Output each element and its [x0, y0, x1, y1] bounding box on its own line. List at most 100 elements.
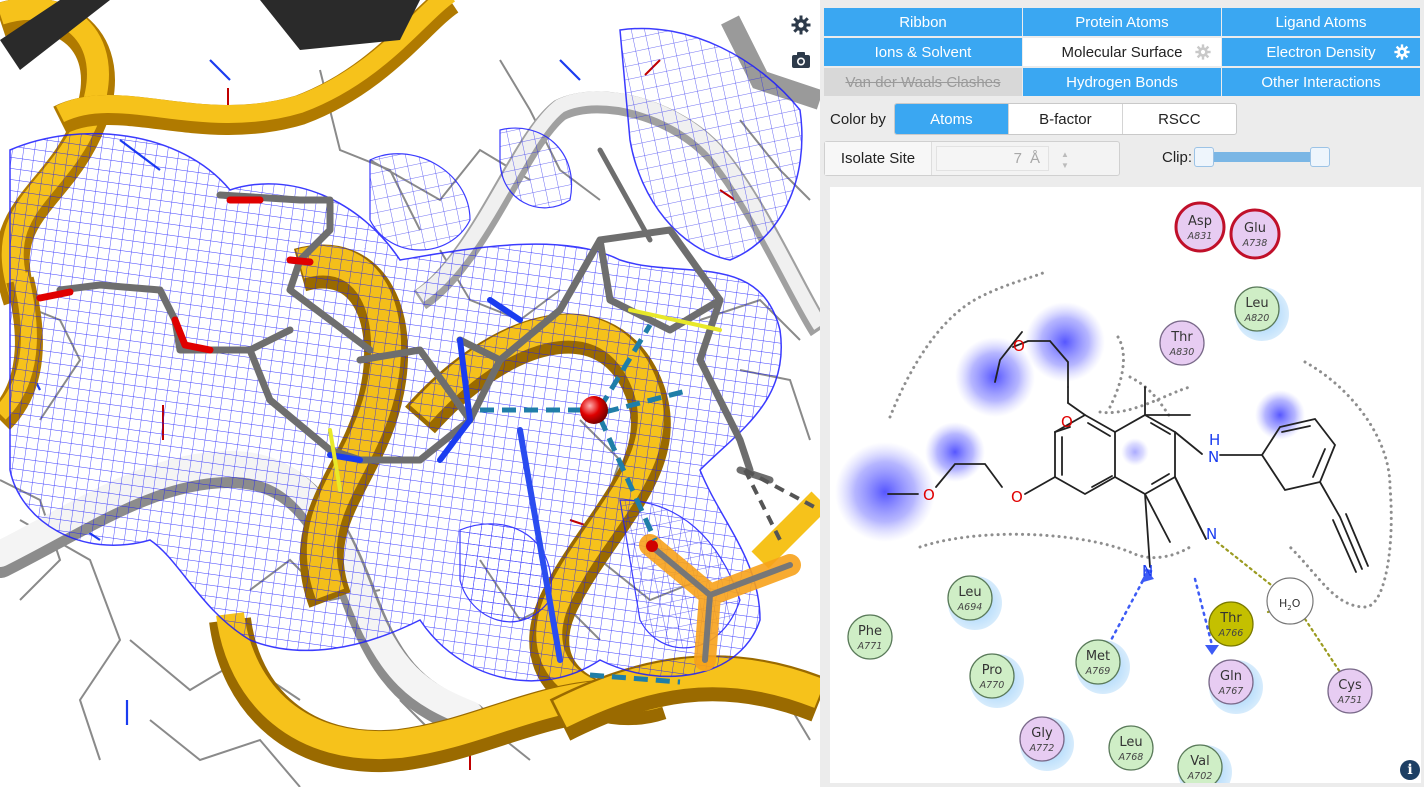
- toggle-label: Van der Waals Clashes: [845, 73, 1001, 91]
- toggle-hydrogen-bonds[interactable]: Hydrogen Bonds: [1023, 68, 1221, 96]
- residue-thr-a830[interactable]: Thr A830: [1159, 320, 1205, 366]
- residue-name: Val: [1190, 754, 1209, 769]
- residue-name: Leu: [1119, 735, 1142, 750]
- clip-slider-handle-far[interactable]: [1310, 147, 1331, 167]
- svg-text:O: O: [923, 486, 935, 504]
- residue-cys-a751[interactable]: Cys A751: [1327, 668, 1373, 714]
- residue-number: A820: [1244, 313, 1270, 324]
- interaction-diagram[interactable]: O O O O N H N N H2O Asp A831 Glu A738 Leu A82…: [830, 187, 1421, 783]
- residue-pro-a770[interactable]: Pro A770: [969, 653, 1024, 708]
- residue-number: A831: [1187, 231, 1213, 242]
- toggle-ligand-atoms[interactable]: Ligand Atoms: [1222, 8, 1420, 36]
- svg-text:O: O: [1013, 337, 1025, 355]
- toggle-label: Other Interactions: [1261, 73, 1381, 91]
- residue-leu-a694[interactable]: Leu A694: [947, 575, 1002, 630]
- residue-number: A772: [1029, 743, 1055, 754]
- residue-name: Phe: [858, 624, 882, 639]
- residue-name: Asp: [1188, 214, 1212, 229]
- residue-val-a702[interactable]: Val A702: [1177, 744, 1232, 783]
- toggle-label: Electron Density: [1266, 43, 1376, 61]
- svg-text:N: N: [1206, 525, 1217, 543]
- residue-leu-a768[interactable]: Leu A768: [1108, 725, 1154, 771]
- isolate-radius-value: 7: [1013, 150, 1022, 167]
- residue-number: A769: [1085, 666, 1111, 677]
- clip-slider[interactable]: [1194, 147, 1331, 167]
- water-node[interactable]: H2O: [1266, 577, 1314, 625]
- color-by-label: Color by: [830, 110, 886, 128]
- residue-number: A771: [857, 641, 883, 652]
- residue-name: Leu: [1245, 296, 1268, 311]
- svg-text:O: O: [1011, 488, 1023, 506]
- isolate-site-button[interactable]: Isolate Site: [825, 142, 932, 175]
- clip-control: Clip:: [1162, 147, 1331, 167]
- residue-name: Gln: [1220, 669, 1242, 684]
- residue-number: A751: [1337, 695, 1363, 706]
- residue-phe-a771[interactable]: Phe A771: [847, 614, 893, 660]
- camera-icon: [792, 52, 810, 68]
- color-by-segmented: Atoms B-factor RSCC: [893, 103, 1237, 135]
- residue-number: A694: [957, 602, 983, 613]
- radius-spinner[interactable]: ▲ ▼: [1058, 149, 1072, 173]
- toggle-electron-density[interactable]: Electron Density: [1222, 38, 1420, 66]
- water-sphere: [580, 396, 608, 424]
- toggle-ribbon[interactable]: Ribbon: [824, 8, 1022, 36]
- residue-thr-a766[interactable]: Thr A766: [1208, 601, 1254, 647]
- toggle-label: Molecular Surface: [1061, 43, 1183, 61]
- toggle-molecular-surface[interactable]: Molecular Surface: [1023, 38, 1221, 66]
- toggle-other-interactions[interactable]: Other Interactions: [1222, 68, 1420, 96]
- svg-text:O: O: [1061, 413, 1073, 431]
- residue-number: A766: [1218, 628, 1244, 639]
- color-by-control: Color by Atoms B-factor RSCC: [830, 103, 1237, 135]
- molecule-scene[interactable]: [0, 0, 820, 787]
- svg-text:N: N: [1208, 448, 1219, 466]
- info-icon: i: [1407, 762, 1413, 778]
- residue-number: A702: [1187, 771, 1213, 782]
- gear-icon[interactable]: [1394, 44, 1410, 60]
- residue-number: A767: [1218, 686, 1244, 697]
- isolate-site-control: Isolate Site 7 Å ▲ ▼: [824, 141, 1120, 176]
- residue-leu-a820[interactable]: Leu A820: [1234, 286, 1289, 341]
- color-by-rscc[interactable]: RSCC: [1121, 104, 1236, 134]
- toggle-label: Protein Atoms: [1075, 13, 1169, 31]
- svg-text:N: N: [1142, 562, 1153, 580]
- residue-met-a769[interactable]: Met A769: [1075, 639, 1130, 694]
- toggle-van-der-waals-clashes[interactable]: Van der Waals Clashes: [824, 68, 1022, 96]
- clip-slider-range: [1200, 152, 1323, 162]
- residue-name: Pro: [982, 663, 1003, 678]
- toggle-protein-atoms[interactable]: Protein Atoms: [1023, 8, 1221, 36]
- screenshot-button[interactable]: [788, 47, 814, 73]
- residue-name: Thr: [1170, 330, 1193, 345]
- color-by-atoms[interactable]: Atoms: [894, 104, 1008, 134]
- residue-name: Leu: [958, 585, 981, 600]
- isolate-radius-input[interactable]: 7 Å ▲ ▼: [936, 146, 1069, 171]
- display-toggles: Ribbon Protein Atoms Ligand Atoms Ions & So…: [824, 8, 1421, 96]
- residue-name: Thr: [1219, 611, 1242, 626]
- toggle-label: Ribbon: [899, 13, 947, 31]
- residue-number: A770: [979, 680, 1005, 691]
- toggle-label: Ions & Solvent: [874, 43, 972, 61]
- residue-asp-a831[interactable]: Asp A831: [1174, 201, 1226, 253]
- residue-gly-a772[interactable]: Gly A772: [1019, 716, 1074, 771]
- residue-gln-a767[interactable]: Gln A767: [1208, 659, 1263, 714]
- residue-name: Met: [1086, 649, 1110, 664]
- toggle-ions-solvent[interactable]: Ions & Solvent: [824, 38, 1022, 66]
- toggle-label: Hydrogen Bonds: [1066, 73, 1178, 91]
- ligand-interaction-svg: O O O O N H N N H2O Asp A831 Glu A738 Leu A82…: [835, 201, 1393, 783]
- residue-glu-a738[interactable]: Glu A738: [1229, 208, 1281, 260]
- gear-icon[interactable]: [1195, 44, 1211, 60]
- residue-number: A738: [1242, 238, 1268, 249]
- structure-viewer[interactable]: [0, 0, 820, 787]
- color-by-b-factor[interactable]: B-factor: [1007, 104, 1122, 134]
- isolate-radius-unit: Å: [1029, 150, 1040, 167]
- residue-name: Gly: [1031, 726, 1053, 741]
- residue-name: Cys: [1338, 678, 1362, 693]
- svg-text:H: H: [1209, 431, 1220, 449]
- gear-icon: [791, 15, 811, 35]
- viewer-settings-button[interactable]: [788, 12, 814, 38]
- toggle-label: Ligand Atoms: [1275, 13, 1367, 31]
- info-button[interactable]: i: [1400, 760, 1420, 780]
- residue-name: Glu: [1244, 221, 1266, 236]
- clip-slider-handle-near[interactable]: [1194, 147, 1215, 167]
- residue-number: A830: [1169, 347, 1195, 358]
- clip-label: Clip:: [1162, 148, 1193, 166]
